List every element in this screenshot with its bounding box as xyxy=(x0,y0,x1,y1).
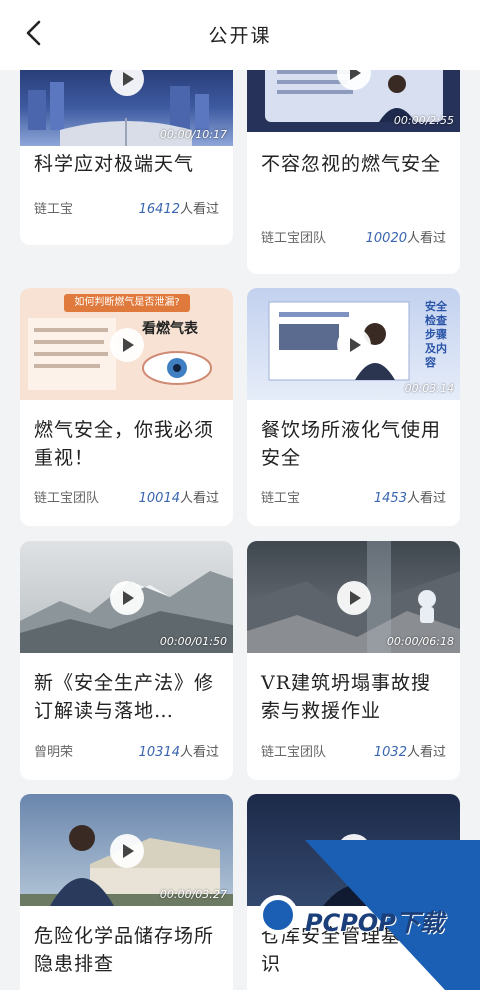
play-icon[interactable] xyxy=(110,328,144,362)
course-author: 链工宝团队 xyxy=(34,491,100,506)
course-thumbnail[interactable]: 00:00/06:18 xyxy=(247,541,460,653)
course-card[interactable]: 如何判断燃气是否泄漏? 看燃气表 燃气安全，你我必须重视！ 链工宝团队 1001… xyxy=(20,288,233,526)
video-duration: 00:00/06:18 xyxy=(386,635,454,648)
course-author: 链工宝 xyxy=(34,202,74,217)
course-thumbnail[interactable]: 00:00/2:55 xyxy=(247,70,460,132)
course-author: 曾明荣 xyxy=(34,745,74,760)
play-icon[interactable] xyxy=(337,581,371,615)
course-thumbnail[interactable]: 00:00/01:50 xyxy=(20,541,233,653)
view-count: 10020人看过 xyxy=(365,231,446,246)
play-icon[interactable] xyxy=(110,581,144,615)
video-duration: 00:00/01:50 xyxy=(159,635,227,648)
thumbnail-caption: 看燃气表 xyxy=(142,321,198,337)
top-nav-bar: 公开课 xyxy=(0,0,480,70)
view-count: 10014人看过 xyxy=(138,491,219,506)
page-title: 公开课 xyxy=(208,25,272,47)
course-card[interactable]: 00:00/03:27 危险化学品储存场所隐患排查 xyxy=(20,794,233,990)
course-author: 链工宝团队 xyxy=(261,231,327,246)
course-title: 科学应对极端天气 xyxy=(34,153,195,175)
course-title: 不容忽视的燃气安全 xyxy=(261,153,442,175)
play-icon[interactable] xyxy=(110,834,144,868)
course-title: VR建筑坍塌事故搜索与救援作业 xyxy=(261,672,432,722)
course-card[interactable]: 00:00/2:55 不容忽视的燃气安全 链工宝团队 10020人看过 xyxy=(247,70,460,274)
course-title: 新《安全生产法》修订解读与落地… xyxy=(34,672,215,722)
video-duration: 00:03:14 xyxy=(404,382,454,395)
course-card[interactable]: 安全检查步骤及内容 00:03:14 餐饮场所液化气使用安全 链工宝 1453人… xyxy=(247,288,460,526)
video-duration: 00:00/10:17 xyxy=(159,128,227,141)
thumbnail-caption: 安全检查步骤及内容 xyxy=(425,300,447,369)
video-duration: 00:00/03:27 xyxy=(159,888,227,901)
course-thumbnail[interactable]: 如何判断燃气是否泄漏? 看燃气表 xyxy=(20,288,233,400)
course-thumbnail[interactable]: 安全检查步骤及内容 00:03:14 xyxy=(247,288,460,400)
view-count: 1453人看过 xyxy=(373,491,446,506)
course-card[interactable]: 00:00/10:17 科学应对极端天气 链工宝 16412人看过 xyxy=(20,70,233,245)
play-icon[interactable] xyxy=(337,328,371,362)
course-author: 链工宝 xyxy=(261,491,301,506)
course-thumbnail[interactable]: 00:00/03:27 xyxy=(20,794,233,906)
course-thumbnail[interactable]: 00:00/10:17 xyxy=(20,70,233,146)
course-title: 燃气安全，你我必须重视！ xyxy=(34,419,215,469)
course-card[interactable]: 00:00/06:18 VR建筑坍塌事故搜索与救援作业 链工宝团队 1032人看… xyxy=(247,541,460,780)
watermark-text: PCPOP下载 xyxy=(305,909,444,937)
pcpop-logo-icon xyxy=(258,895,298,935)
view-count: 16412人看过 xyxy=(138,202,219,217)
view-count: 1032人看过 xyxy=(373,745,446,760)
course-card[interactable]: 00:00/01:50 新《安全生产法》修订解读与落地… 曾明荣 10314人看… xyxy=(20,541,233,780)
video-duration: 00:00/2:55 xyxy=(393,114,454,127)
course-title: 餐饮场所液化气使用安全 xyxy=(261,419,442,469)
course-title: 危险化学品储存场所隐患排查 xyxy=(34,925,215,975)
course-author: 链工宝团队 xyxy=(261,745,327,760)
view-count: 10314人看过 xyxy=(138,745,219,760)
